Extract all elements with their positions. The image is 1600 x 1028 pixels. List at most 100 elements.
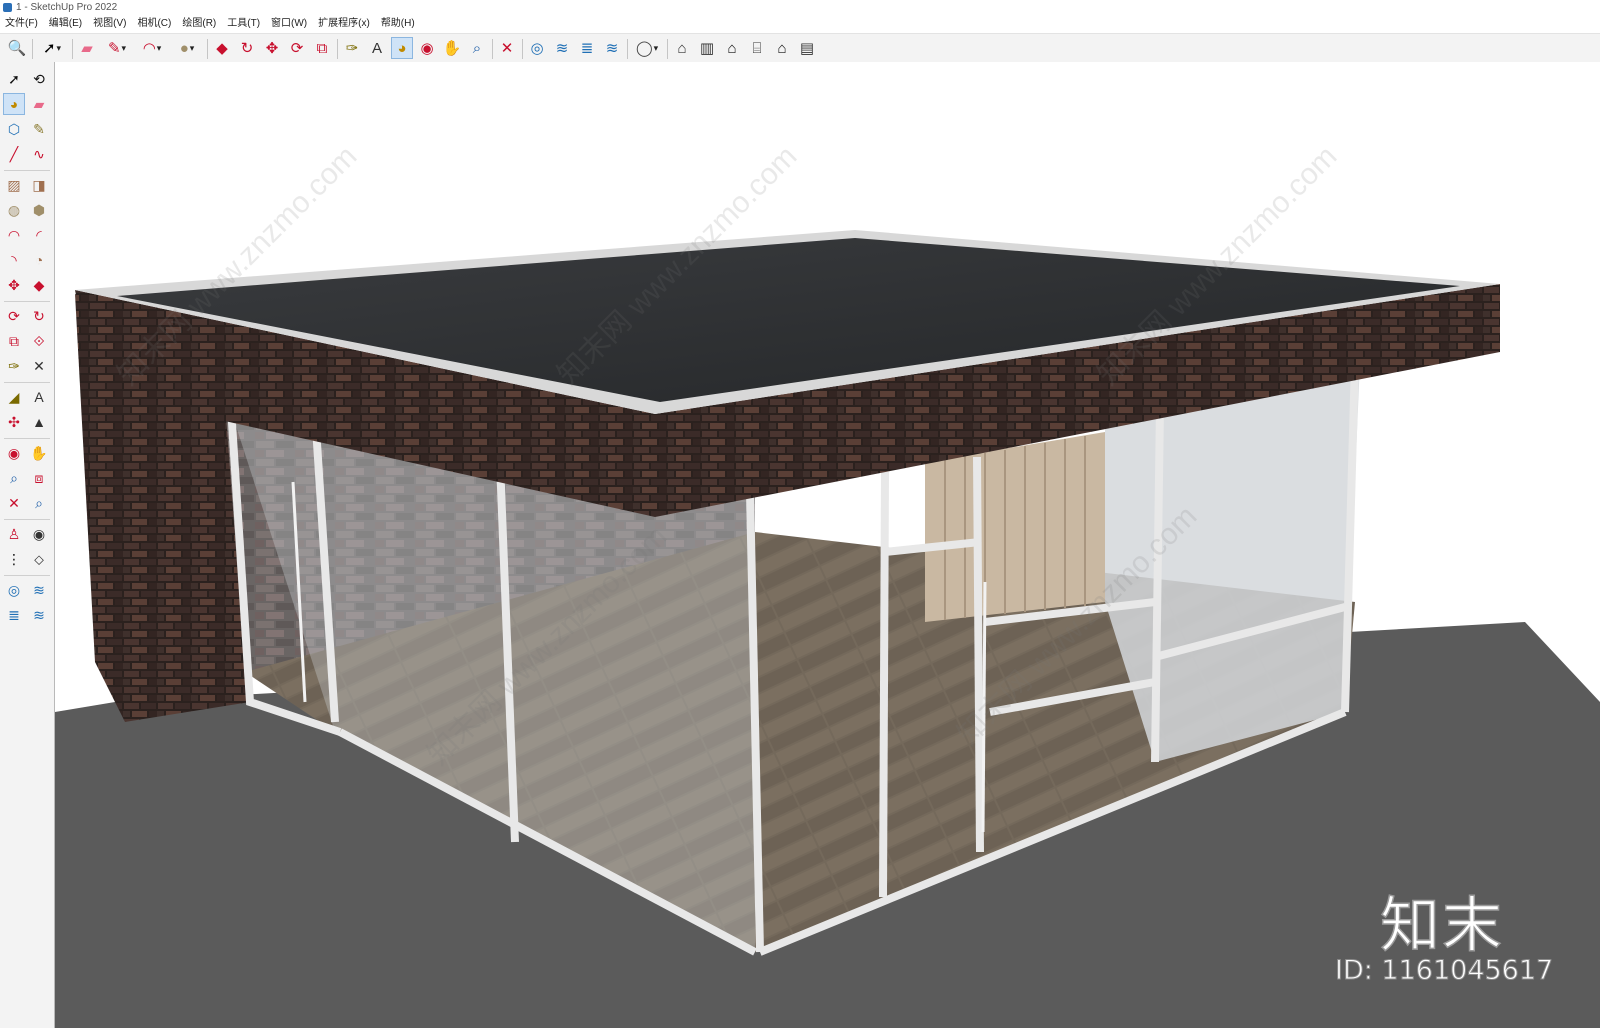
eraser-icon[interactable]: ▰ [76,37,98,59]
menu-item[interactable]: 窗口(W) [266,16,313,30]
watermark-id: ID: 1161045617 [1334,955,1554,987]
walk-icon[interactable]: ⋮ [3,548,25,570]
select-icon[interactable]: ➚ ▾ [36,37,68,59]
scale-icon[interactable]: ⧉ [3,330,25,352]
two-point-arc-icon[interactable]: ◜ [28,224,50,246]
menu-item[interactable]: 相机(C) [132,16,177,30]
zoom-extents-icon[interactable]: ✕ [3,492,25,514]
pencil-icon[interactable]: ✎ ▾ [101,37,133,59]
toolbar-separator [32,39,33,59]
tag-icon[interactable]: ✎ [28,118,50,140]
select-icon[interactable]: ➚ [3,68,25,90]
left-view-icon[interactable]: ▤ [796,37,818,59]
menu-bar: 文件(F) 编辑(E) 视图(V) 相机(C) 绘图(R) 工具(T) 窗口(W) 扩展程序(… [0,16,1600,32]
freehand-icon[interactable]: ∿ [28,143,50,165]
text-icon[interactable]: A [366,37,388,59]
warehouse-icon[interactable]: ◎ [3,579,25,601]
eraser-icon[interactable]: ▰ [28,93,50,115]
move-icon[interactable]: ✥ [261,37,283,59]
extension-warehouse-icon[interactable]: ≋ [28,579,50,601]
component-icon[interactable]: ⬡ [3,118,25,140]
follow-me-icon[interactable]: ↻ [28,305,50,327]
orbit-tool-icon[interactable]: ◉ [3,442,25,464]
text-icon[interactable]: A [28,386,50,408]
toolbar-separator [4,575,50,576]
toolbar-separator [207,39,208,59]
scale-icon[interactable]: ⧉ [311,37,333,59]
look-around-icon[interactable]: ◉ [28,523,50,545]
menu-item[interactable]: 绘图(R) [177,16,222,30]
three-point-arc-icon[interactable]: ◝ [3,249,25,271]
right-view-icon[interactable]: ⌸ [746,37,768,59]
layers-icon[interactable]: ≣ [576,37,598,59]
arc-icon[interactable]: ◠ ▾ [136,37,168,59]
top-view-icon[interactable]: ▥ [696,37,718,59]
model-viewport[interactable]: 知末网 www.znzmo.com 知末网 www.znzmo.com 知末网 … [55,62,1600,1028]
toolbar-separator [522,39,523,59]
orbit-icon[interactable]: ⟲ [28,68,50,90]
menu-item[interactable]: 视图(V) [88,16,132,30]
menu-item[interactable]: 工具(T) [222,16,266,30]
tape-measure-icon[interactable]: ✑ [3,355,25,377]
rectangle-icon[interactable]: ▨ [3,174,25,196]
toolbar-separator [4,382,50,383]
toolbar-separator [4,170,50,171]
menu-item[interactable]: 扩展程序(x) [313,16,376,30]
circle-icon[interactable]: ● ▾ [171,37,203,59]
axes-icon[interactable]: ✣ [3,411,25,433]
polygon-icon[interactable]: ⬢ [28,199,50,221]
pan-icon[interactable]: ✋ [28,442,50,464]
title-bar: 1 - SketchUp Pro 2022 [0,0,1600,16]
rotated-rectangle-icon[interactable]: ◨ [28,174,50,196]
chevron-down-icon[interactable]: ▾ [190,43,195,53]
back-view-icon[interactable]: ⌂ [771,37,793,59]
push-pull-icon[interactable]: ◆ [211,37,233,59]
zoom-icon[interactable]: 🔍 [6,37,28,59]
section-plane-icon[interactable]: ⬦ [28,548,50,570]
orbit-icon[interactable]: ◉ [416,37,438,59]
extension-warehouse-icon[interactable]: ≋ [551,37,573,59]
arc-icon[interactable]: ◠ [3,224,25,246]
follow-me-icon[interactable]: ↻ [236,37,258,59]
rotate-icon[interactable]: ⟳ [286,37,308,59]
protractor-icon[interactable]: ◢ [3,386,25,408]
account-icon[interactable]: ◯ ▾ [631,37,663,59]
position-camera-icon[interactable]: ♙ [3,523,25,545]
paint-bucket-icon[interactable]: ◕ [3,93,25,115]
menu-item[interactable]: 帮助(H) [376,16,421,30]
dimension-icon[interactable]: ✕ [28,355,50,377]
paint-bucket-icon[interactable]: ◕ [391,37,413,59]
window-title: 1 - SketchUp Pro 2022 [16,2,118,13]
warehouse-icon[interactable]: ◎ [526,37,548,59]
zoom-icon[interactable]: ⌕ [3,467,25,489]
pie-icon[interactable]: ◔ [28,249,50,271]
watermark-logo: 知末 [1379,890,1504,962]
chevron-down-icon[interactable]: ▾ [122,43,127,53]
front-view-icon[interactable]: ⌂ [721,37,743,59]
iso-view-icon[interactable]: ⌂ [671,37,693,59]
3d-text-icon[interactable]: ▲ [28,411,50,433]
rotate-icon[interactable]: ⟳ [3,305,25,327]
circle-icon[interactable]: ◍ [3,199,25,221]
zoom-tool-icon[interactable]: ⌕ [466,37,488,59]
pan-icon[interactable]: ✋ [441,37,463,59]
chevron-down-icon[interactable]: ▾ [57,43,62,53]
menu-item[interactable]: 文件(F) [0,16,44,30]
chevron-down-icon[interactable]: ▾ [157,43,162,53]
send-to-layout-icon[interactable]: ≋ [28,604,50,626]
push-pull-icon[interactable]: ◆ [28,274,50,296]
offset-icon[interactable]: ⟐ [28,330,50,352]
previous-view-icon[interactable]: ⌕ [28,492,50,514]
menu-item[interactable]: 编辑(E) [44,16,88,30]
left-toolbar: ➚ ⟲ ◕ ▰ ⬡ ✎ ╱ ∿ ▨ ◨ ◍ ⬢ ◠ ◜ ◝ ◔ ✥ ◆ ⟳ ↻ ⧉ ⟐ ✑ ✕ ◢ A ✣ ▲ ◉ ✋ ⌕ ⧈ ✕ ⌕ ♙ ◉ ⋮ ⬦ ◎ ≋… [0,62,55,1028]
tape-measure-icon[interactable]: ✑ [341,37,363,59]
zoom-extents-icon[interactable]: ✕ [496,37,518,59]
chevron-down-icon[interactable]: ▾ [654,43,659,53]
layers-icon[interactable]: ≣ [3,604,25,626]
send-to-layout-icon[interactable]: ≋ [601,37,623,59]
line-icon[interactable]: ╱ [3,143,25,165]
zoom-window-icon[interactable]: ⧈ [28,467,50,489]
move-icon[interactable]: ✥ [3,274,25,296]
toolbar-separator [72,39,73,59]
toolbar-separator [4,438,50,439]
